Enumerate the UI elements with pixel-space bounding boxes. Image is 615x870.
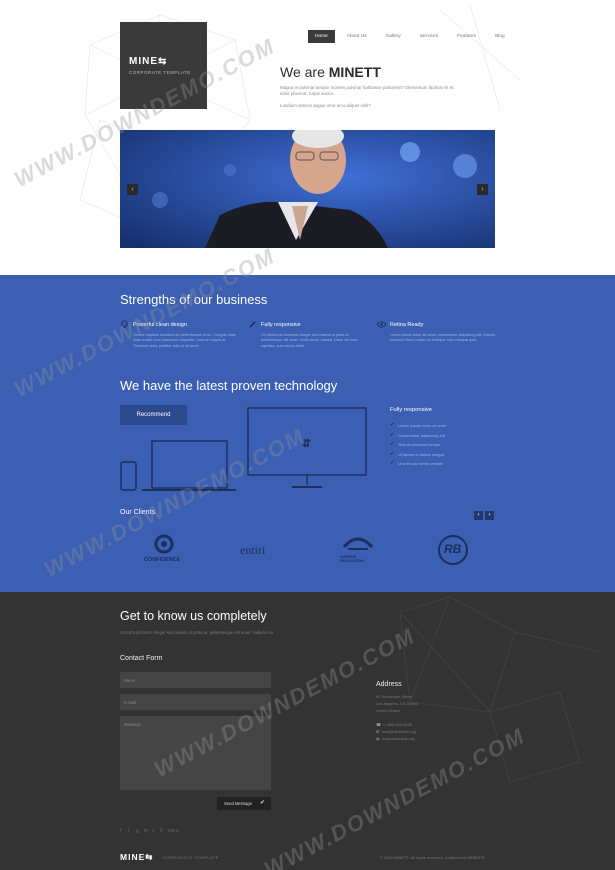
responsive-list: ✔ Lorem ipsum dolor sit amet ✔ Consectetur…	[390, 421, 446, 469]
feature-text: Ornare dapibus tincidunt ac pellentesque…	[133, 333, 236, 348]
svg-text:⇆: ⇆	[300, 438, 312, 447]
features-section: Strengths of our business Powerful clean…	[0, 275, 615, 592]
logo-text: MINE⇆	[129, 56, 168, 67]
rss-icon[interactable]: rss	[168, 828, 176, 834]
feature-item: Powerful clean design Ornare dapibus tin…	[120, 320, 238, 349]
nav-services[interactable]: Services	[413, 30, 445, 43]
email-line[interactable]: ✉ mail@demolink.org	[376, 729, 416, 734]
list-item: ✔ Lorem ipsum dolor sit amet	[390, 421, 446, 431]
list-item: ✔ Ut labore et dolore magna	[390, 450, 446, 460]
footer-description: Ut porta dictumst integer sed mauris ut …	[120, 630, 275, 635]
twitter-icon[interactable]: t	[128, 828, 136, 834]
responsive-list-title: Fully responsive	[390, 407, 432, 413]
footer-title: Get to know us completely	[120, 609, 267, 623]
feature-text: Lorem ipsum dolor sit amet, consectetur …	[390, 333, 495, 343]
devices-illustration: ⇆	[120, 407, 367, 491]
hero-description-secondary: Lundium ultrices augue urna arcu aliquet…	[280, 103, 371, 108]
email-field[interactable]: E-mail	[120, 694, 271, 710]
clients-prev-button[interactable]: ‹	[474, 511, 483, 520]
check-icon: ✔	[390, 450, 395, 457]
client-logo-rb[interactable]: RB	[436, 533, 472, 572]
check-icon: ✔	[259, 800, 265, 806]
image-slider: ‹ ›	[120, 130, 495, 248]
confidence-logo-icon	[154, 534, 174, 554]
social-links: f t g in v b rss p	[120, 828, 184, 834]
feature-title: Powerful clean design	[133, 321, 187, 328]
copyright-text: © 2013 MINETT. All rights reserved. Coll…	[380, 855, 486, 860]
sardine-logo-icon	[342, 537, 374, 550]
check-icon: ✔	[390, 422, 395, 428]
check-icon: ✔	[390, 441, 395, 447]
name-field[interactable]: Name	[120, 672, 271, 688]
feature-title: Fully responsive	[261, 321, 301, 328]
list-item: ✔ Ut enim ad minim veniam	[390, 459, 446, 469]
check-icon: ✔	[390, 460, 395, 466]
feature-item: Retina Ready Lorem ipsum dolor sit amet,…	[377, 320, 495, 344]
hero-description: Magna in pulvinar tempor montes pulvinar…	[280, 85, 455, 96]
logo-subtitle: CORPORATE TEMPLATE	[129, 70, 191, 75]
website-line[interactable]: ◍ www.demolink.org	[376, 736, 414, 741]
feature-title: Retina Ready	[390, 321, 424, 328]
contact-form-title: Contact Form	[120, 655, 163, 662]
address-line: 81 Sunnyvale Street	[376, 694, 413, 699]
footer-tagline: CORPORATE TEMPLATE	[163, 855, 219, 860]
clients-title: Our Clients	[120, 509, 156, 516]
check-icon: ✔	[390, 431, 395, 438]
vimeo-icon[interactable]: v	[152, 828, 160, 834]
strengths-title: Strengths of our business	[120, 292, 268, 307]
nav-features[interactable]: Features	[450, 30, 483, 43]
header-section: MINE⇆ CORPORATE TEMPLATE Home About Us G…	[0, 0, 615, 275]
nav-blog[interactable]: Blog	[488, 30, 512, 43]
hero-title: We are MINETT	[280, 64, 381, 80]
list-item: ✔ Consectetur adipiscing elit	[390, 431, 446, 441]
slider-prev-button[interactable]: ‹	[127, 184, 138, 195]
nav-home[interactable]: Home	[308, 30, 335, 43]
list-item: ✔ Sed do eiusmod tempor	[390, 440, 446, 450]
address-title: Address	[376, 681, 402, 688]
feature-text: Ut ultrices ac dictumst integer sed maur…	[261, 333, 359, 348]
facebook-icon[interactable]: f	[120, 828, 128, 834]
pencil-icon	[249, 321, 256, 328]
feature-item: Fully responsive Ut ultrices ac dictumst…	[248, 320, 366, 349]
client-logo-entiri[interactable]: entiri	[240, 541, 265, 559]
google-plus-icon[interactable]: g	[136, 828, 144, 834]
main-nav: Home About Us Gallery Services Features …	[308, 30, 517, 43]
footer-section: Get to know us completely Ut porta dictu…	[0, 592, 615, 870]
footer-logo[interactable]: MINE⇆	[120, 852, 153, 863]
pinterest-icon[interactable]: p	[176, 828, 184, 834]
address-line: United States	[376, 708, 401, 713]
phone-line: ☎ +1 800 603 6035	[376, 722, 413, 727]
clients-next-button[interactable]: ›	[485, 511, 494, 520]
technology-title: We have the latest proven technology	[120, 378, 338, 393]
eye-icon	[377, 321, 386, 328]
lightbulb-icon	[121, 320, 128, 329]
slider-next-button[interactable]: ›	[477, 184, 488, 195]
footer-wireframe-decoration	[399, 596, 601, 783]
blogger-icon[interactable]: b	[160, 828, 168, 834]
logo-box[interactable]: MINE⇆ CORPORATE TEMPLATE	[120, 22, 207, 109]
message-field[interactable]: Message	[120, 716, 271, 790]
client-logo-sardine[interactable]: SARDINE REVOLUTION	[340, 533, 376, 563]
client-logo-confidence[interactable]: CONFIDENCE	[142, 533, 190, 574]
nav-about-us[interactable]: About Us	[340, 30, 374, 43]
nav-gallery[interactable]: Gallery	[379, 30, 408, 43]
address-line: Los Angeles, CA 90068	[376, 701, 418, 706]
send-message-button[interactable]: Send Message ✔	[217, 797, 271, 810]
slide-photo	[120, 130, 495, 248]
linkedin-icon[interactable]: in	[144, 828, 152, 834]
